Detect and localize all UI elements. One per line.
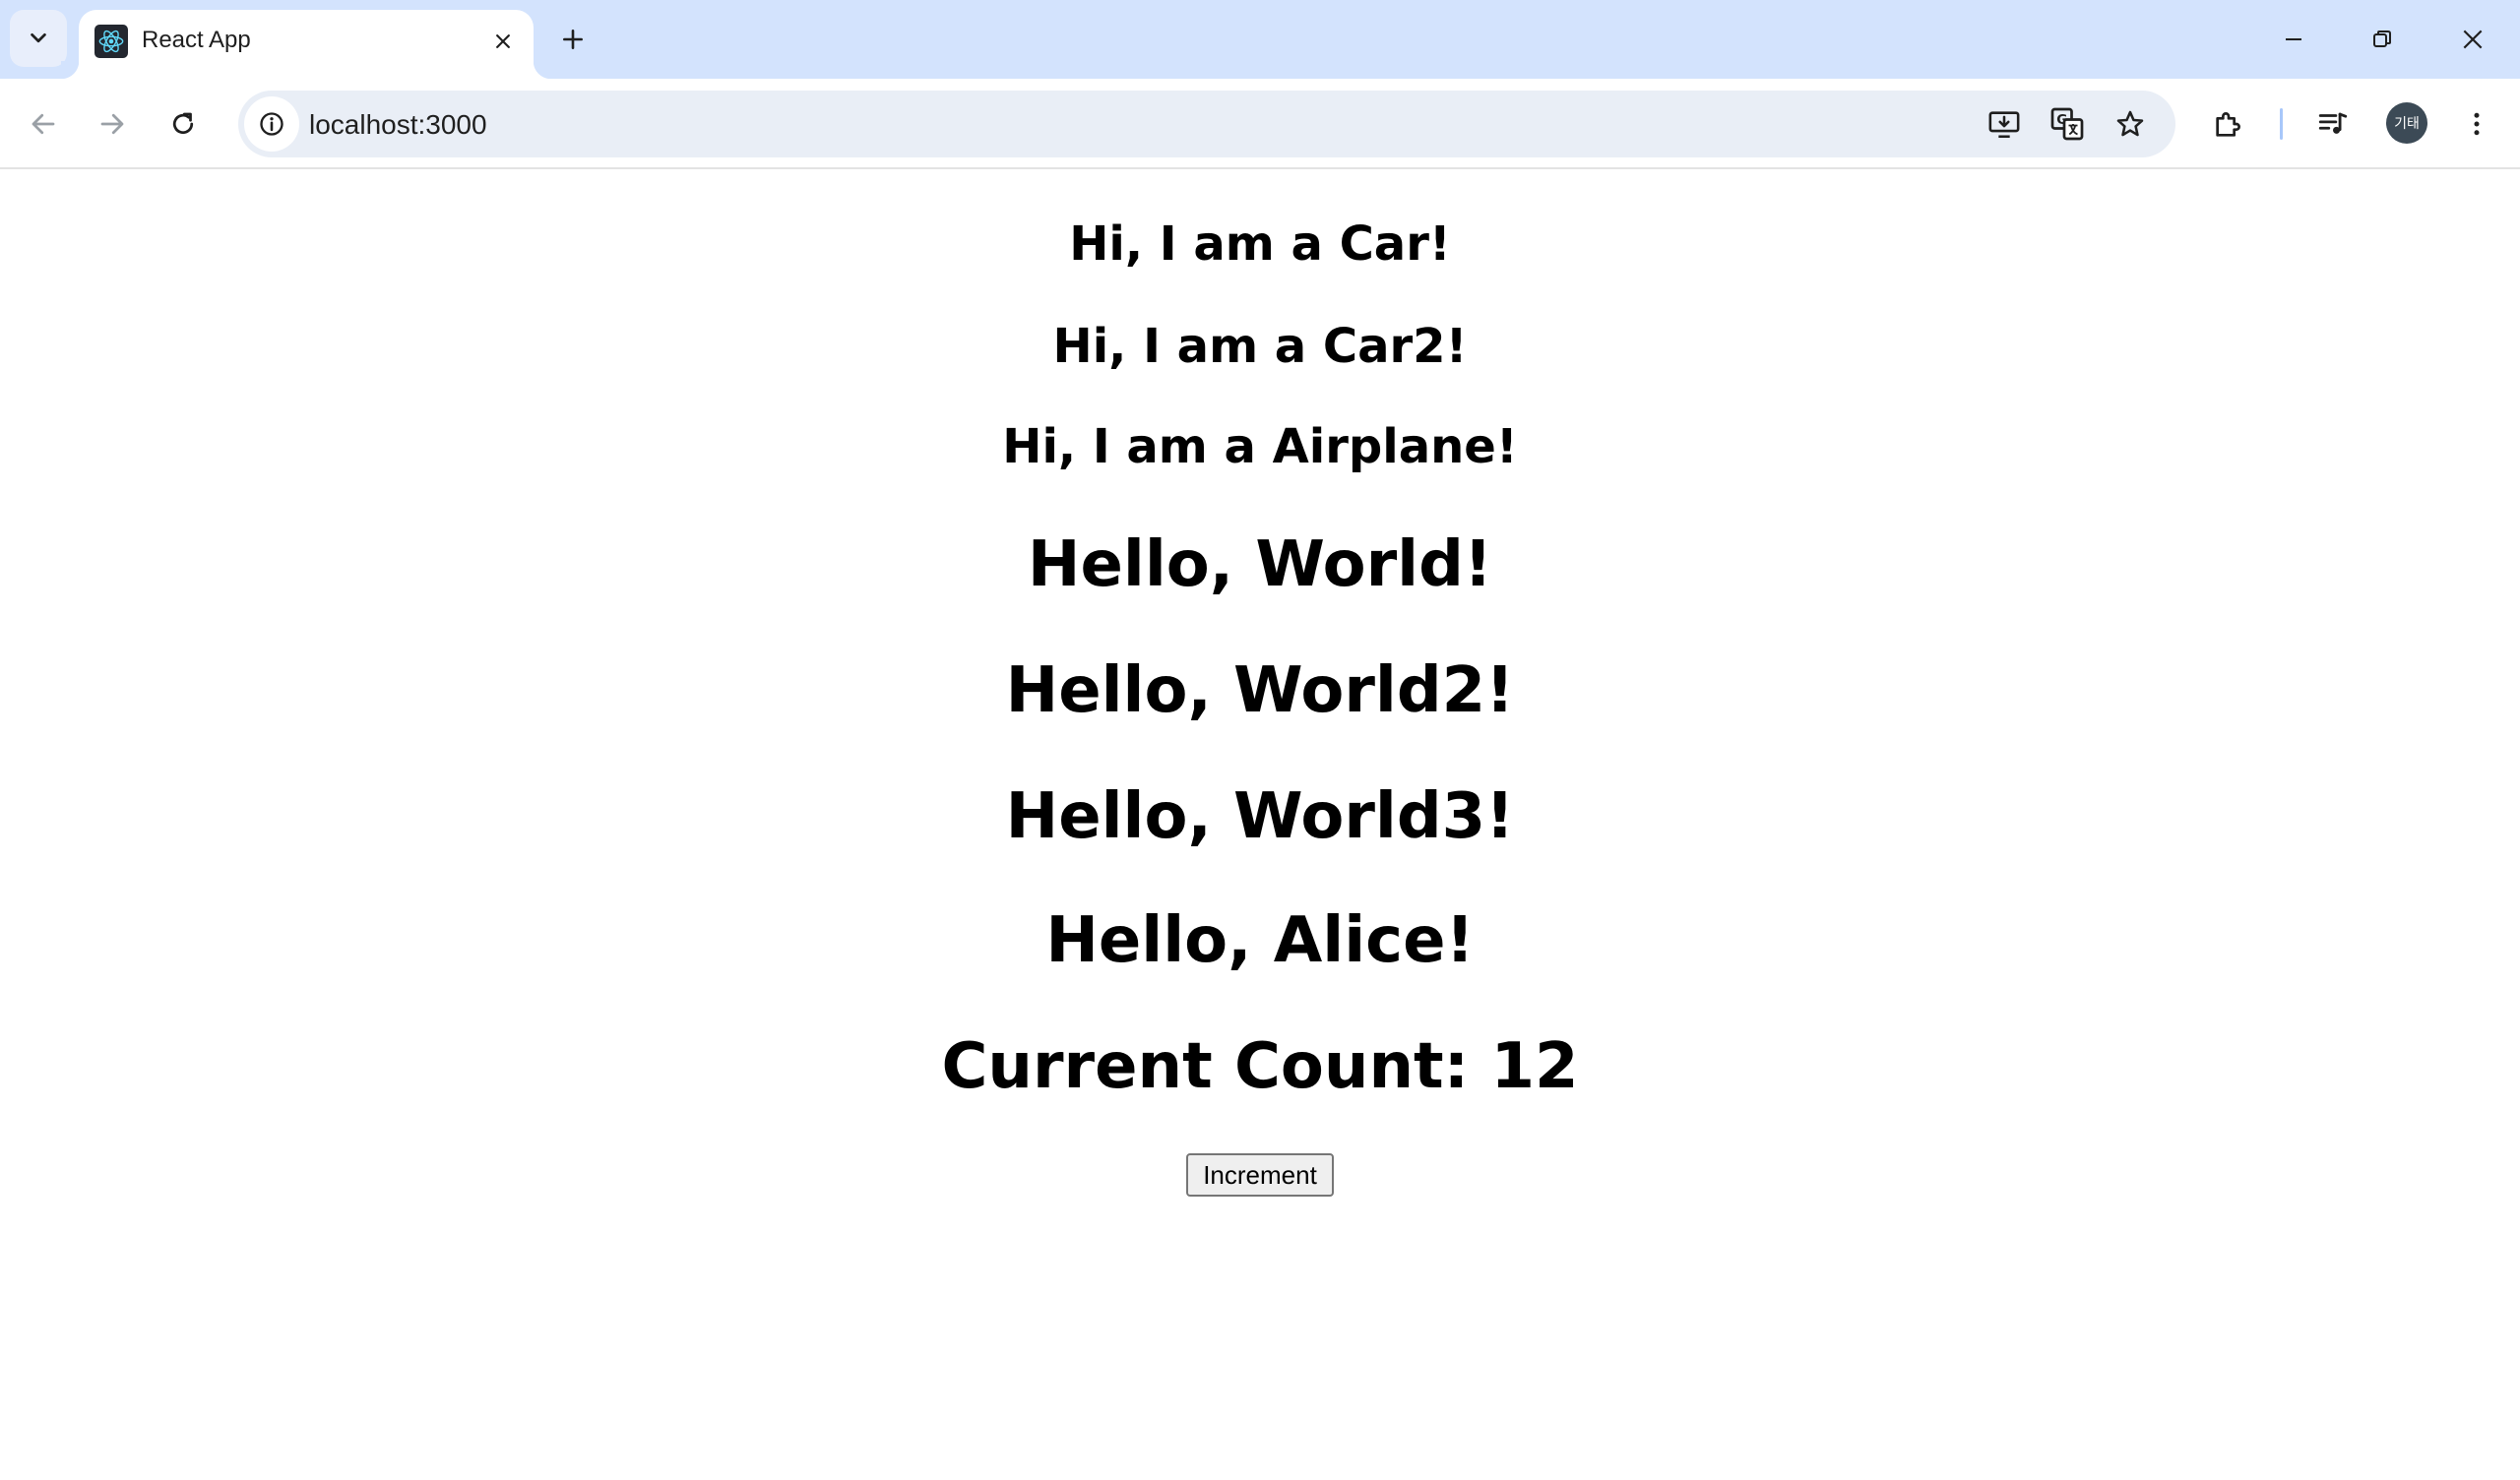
translate-button[interactable]: G	[2044, 100, 2091, 148]
info-icon	[260, 112, 284, 136]
url-text[interactable]: localhost:3000	[309, 109, 487, 141]
forward-button[interactable]	[87, 98, 138, 150]
kebab-menu-icon	[2474, 112, 2480, 136]
browser-window: React App localhost:3000 G 기태 Hi, I am a…	[0, 0, 2520, 1480]
install-icon	[1988, 111, 2020, 139]
tab-close-button[interactable]	[486, 25, 520, 58]
restore-icon	[2373, 31, 2391, 47]
browser-menu-button[interactable]	[2451, 98, 2502, 150]
reload-icon	[172, 112, 194, 135]
minimize-button[interactable]	[2264, 10, 2323, 69]
site-info-button[interactable]	[244, 96, 299, 152]
plus-icon	[563, 30, 583, 49]
tab-react-app[interactable]: React App	[61, 10, 551, 79]
profile-avatar[interactable]: 기태	[2386, 102, 2427, 144]
address-bar[interactable]: localhost:3000 G	[238, 91, 2175, 157]
arrow-left-icon	[32, 113, 55, 135]
close-icon	[2463, 30, 2483, 49]
star-icon	[2116, 110, 2144, 137]
back-button[interactable]	[18, 98, 69, 150]
restore-button[interactable]	[2353, 10, 2412, 69]
increment-button[interactable]: Increment	[1186, 1153, 1334, 1197]
page-viewport: Hi, I am a Car! Hi, I am a Car2! Hi, I a…	[0, 171, 2520, 1480]
heading-car: Hi, I am a Car!	[1069, 216, 1451, 272]
arrow-right-icon	[100, 113, 124, 135]
media-control-icon	[2318, 112, 2348, 134]
heading-hello-world: Hello, World!	[1027, 528, 1493, 601]
heading-hello-alice: Hello, Alice!	[1045, 904, 1475, 977]
current-count: Current Count: 12	[941, 1030, 1579, 1103]
heading-airplane: Hi, I am a Airplane!	[1002, 419, 1518, 474]
react-logo-icon	[94, 25, 128, 58]
heading-hello-world2: Hello, World2!	[1005, 654, 1515, 727]
media-control-button[interactable]	[2307, 98, 2359, 150]
new-tab-button[interactable]	[551, 18, 595, 61]
heading-car2: Hi, I am a Car2!	[1052, 319, 1468, 374]
bookmark-button[interactable]	[2107, 100, 2154, 148]
minimize-icon	[2286, 38, 2301, 40]
translate-icon: G	[2050, 107, 2084, 141]
close-icon	[496, 34, 510, 48]
reload-button[interactable]	[158, 98, 209, 150]
browser-toolbar: localhost:3000 G 기태	[0, 79, 2520, 169]
tab-title: React App	[142, 27, 251, 53]
chevron-down-icon	[31, 32, 46, 43]
install-app-button[interactable]	[1981, 100, 2028, 148]
tab-strip: React App	[0, 0, 2520, 79]
extensions-button[interactable]	[2203, 98, 2254, 150]
tab-search-button[interactable]	[10, 10, 67, 67]
toolbar-separator	[2280, 108, 2283, 140]
close-window-button[interactable]	[2443, 10, 2502, 69]
heading-hello-world3: Hello, World3!	[1005, 780, 1515, 853]
puzzle-icon	[2216, 112, 2240, 137]
